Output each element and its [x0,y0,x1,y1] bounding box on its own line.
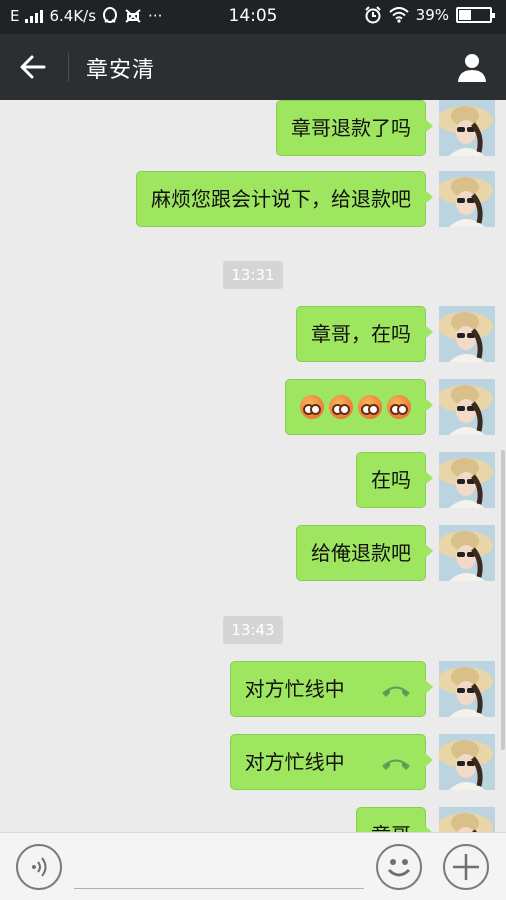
chat-header: 章安清 [0,34,506,100]
call-message-bubble[interactable]: 对方忙线中 [229,661,434,717]
plus-icon [453,854,479,880]
contact-profile-icon[interactable] [456,51,488,83]
status-bar: E 6.4K/s ··· 14:05 39% [0,0,506,34]
emoji-button[interactable] [376,844,422,890]
timestamp: 13:31 [223,261,283,289]
message-list[interactable]: 章哥退款了吗 麻烦您跟会计说下，给退款吧 13:31 章哥，在吗 在吗 给俺退款… [0,100,506,832]
wifi-icon [388,7,409,23]
flushed-face-emoji-icon [300,395,324,419]
avatar-image [439,171,495,227]
battery-percent: 39% [415,6,449,24]
avatar-image [439,100,495,156]
avatar-image [439,379,495,435]
message-text: 对方忙线中 [244,677,345,701]
avatar-image [439,525,495,581]
battery-fill [459,10,471,20]
timestamp: 13:43 [223,616,283,644]
message-bubble[interactable]: 给俺退款吧 [296,525,433,581]
message-bubble[interactable]: 章哥退款了吗 [276,100,433,156]
avatar[interactable] [439,452,495,508]
avatar-image [439,661,495,717]
message-bubble[interactable]: 章哥，在吗 [296,306,433,362]
message-bubble[interactable]: 在吗 [356,452,433,508]
message-text: 章哥 [371,823,411,832]
message-text: 麻烦您跟会计说下，给退款吧 [151,187,411,211]
header-divider [68,52,69,82]
voice-button[interactable] [16,844,62,890]
avatar-image [439,807,495,832]
avatar[interactable] [439,306,495,362]
message-text: 对方忙线中 [244,750,345,774]
message-text: 章哥，在吗 [311,322,411,346]
alarm-icon [364,6,381,24]
status-right: 39% [364,6,495,24]
contact-name: 章安清 [86,58,156,83]
message-text: 给俺退款吧 [311,541,411,565]
emoji-message-bubble[interactable] [285,379,433,435]
message-input[interactable] [74,888,364,889]
message-bubble[interactable]: 麻烦您跟会计说下，给退款吧 [136,171,433,227]
input-bar [0,832,506,900]
avatar-image [439,734,495,790]
call-message-bubble[interactable]: 对方忙线中 [229,734,434,790]
phone-icon [382,759,410,770]
avatar[interactable] [439,525,495,581]
message-text: 在吗 [371,468,411,492]
avatar-image [439,452,495,508]
back-arrow-icon[interactable] [18,53,48,81]
more-actions-button[interactable] [443,844,489,890]
avatar[interactable] [439,100,495,156]
emoji-row [300,380,411,434]
avatar-image [439,306,495,362]
flushed-face-emoji-icon [329,395,353,419]
avatar[interactable] [439,379,495,435]
voice-icon [32,857,47,877]
avatar[interactable] [439,661,495,717]
scrollbar[interactable] [501,450,505,750]
message-text: 章哥退款了吗 [291,116,411,140]
phone-icon [382,686,410,697]
emoji-smile-icon [387,859,411,877]
flushed-face-emoji-icon [358,395,382,419]
message-bubble[interactable]: 章哥 [356,807,433,832]
flushed-face-emoji-icon [387,395,411,419]
avatar[interactable] [439,807,495,832]
avatar[interactable] [439,734,495,790]
battery-icon [456,7,495,23]
avatar[interactable] [439,171,495,227]
